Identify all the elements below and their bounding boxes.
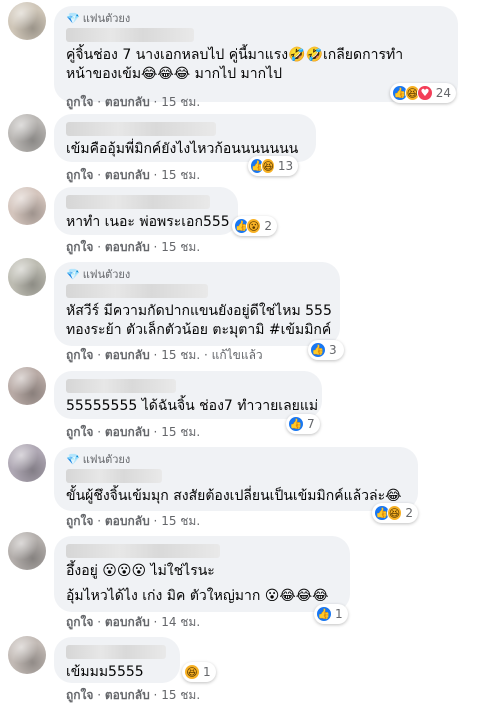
comment-actions: ถูกใจ · ตอบกลับ · 15 ชม.: [66, 514, 201, 528]
author-name[interactable]: [66, 469, 162, 483]
reply-button[interactable]: ตอบกลับ: [105, 168, 150, 182]
like-button[interactable]: ถูกใจ: [66, 425, 93, 439]
like-button[interactable]: ถูกใจ: [66, 615, 93, 629]
avatar[interactable]: [8, 258, 46, 296]
author-name[interactable]: [66, 284, 208, 298]
like-button[interactable]: ถูกใจ: [66, 240, 93, 254]
comment-text-line: หน้าของเข้ม😂😂😂 มากไป มากไป: [66, 66, 283, 82]
comment-bubble: 💎 แฟนตัวยง ขั้นผู้ชึงจิ้นเข้มมุก สงสัยต้อ…: [54, 447, 418, 511]
avatar[interactable]: [8, 187, 46, 225]
reply-button[interactable]: ตอบกลับ: [105, 240, 150, 254]
reply-button[interactable]: ตอบกลับ: [105, 514, 150, 528]
author-name[interactable]: [66, 195, 210, 209]
reply-button[interactable]: ตอบกลับ: [105, 425, 150, 439]
comment-text-line: คู่จิ้นช่อง 7 นางเอกหลบไป คู่นี้มาแรง🤣🤣เ…: [66, 47, 404, 63]
like-button[interactable]: ถูกใจ: [66, 688, 93, 702]
like-button[interactable]: ถูกใจ: [66, 168, 93, 182]
reaction-count: 24: [435, 86, 452, 100]
comment-actions: ถูกใจ · ตอบกลับ · 15 ชม.: [66, 168, 201, 182]
comment-text-line: อึ้งอยู่ 😮😮😮 ไม่ใช่ไรนะ: [66, 563, 215, 579]
timestamp[interactable]: 15 ชม.: [161, 425, 200, 439]
author-name[interactable]: [66, 379, 176, 393]
comment-text-line: 55555555 ได้ฉันจิ้น ช่อง7 ทำวายเลยแม่: [66, 398, 319, 414]
diamond-icon: 💎: [66, 12, 80, 25]
wow-icon: 😮: [246, 218, 262, 234]
reaction-summary[interactable]: 👍 😆 13: [248, 156, 298, 176]
avatar[interactable]: [8, 532, 46, 570]
timestamp[interactable]: 15 ชม.: [161, 514, 200, 528]
timestamp[interactable]: 15 ชม.: [161, 348, 200, 362]
avatar[interactable]: [8, 114, 46, 152]
reaction-count: 2: [264, 219, 272, 233]
like-icon: 👍: [288, 416, 304, 432]
like-button[interactable]: ถูกใจ: [66, 348, 93, 362]
author-name[interactable]: [66, 544, 220, 558]
comment-text-line: ขั้นผู้ชึงจิ้นเข้มมุก สงสัยต้องเปลี่ยนเป…: [66, 488, 402, 504]
reaction-summary[interactable]: 😆 1: [182, 662, 216, 682]
reaction-count: 1: [335, 607, 343, 621]
avatar[interactable]: [8, 2, 46, 40]
comment-actions: ถูกใจ · ตอบกลับ · 15 ชม.: [66, 240, 201, 254]
comment-actions: ถูกใจ · ตอบกลับ · 15 ชม.: [66, 425, 201, 439]
love-icon: ♥: [417, 85, 433, 101]
comment-bubble: 55555555 ได้ฉันจิ้น ช่อง7 ทำวายเลยแม่: [54, 371, 322, 419]
like-button[interactable]: ถูกใจ: [66, 514, 93, 528]
timestamp[interactable]: 15 ชม.: [161, 95, 200, 109]
comment-text-line: หัสวีร์ มีความกัดปากแขนยังอยู่ดีใช่ไหม 5…: [66, 303, 332, 319]
comment-actions: ถูกใจ · ตอบกลับ · 15 ชม. · แก้ไขแล้ว: [66, 348, 263, 362]
reaction-summary[interactable]: 👍 😆 2: [372, 503, 418, 523]
comment-actions: ถูกใจ · ตอบกลับ · 14 ชม.: [66, 615, 201, 629]
reaction-summary[interactable]: 👍 1: [314, 604, 348, 624]
comment-actions: ถูกใจ · ตอบกลับ · 15 ชม.: [66, 688, 201, 702]
top-fan-badge: 💎 แฟนตัวยง: [66, 12, 131, 25]
reaction-count: 2: [405, 506, 413, 520]
avatar[interactable]: [8, 367, 46, 405]
reaction-count: 13: [277, 159, 294, 173]
avatar[interactable]: [8, 444, 46, 482]
comment-bubble: เข้มมม5555: [54, 637, 180, 683]
reaction-summary[interactable]: 👍 3: [308, 340, 344, 360]
timestamp[interactable]: 14 ชม.: [161, 615, 200, 629]
comment-bubble: หาทำ เนอะ พ่อพระเอก555: [54, 187, 238, 235]
timestamp[interactable]: 15 ชม.: [161, 168, 200, 182]
top-fan-badge: 💎 แฟนตัวยง: [66, 268, 131, 281]
reaction-summary[interactable]: 👍 😮 2: [232, 216, 277, 236]
comment-text-line: หาทำ เนอะ พ่อพระเอก555: [66, 214, 230, 230]
timestamp[interactable]: 15 ชม.: [161, 240, 200, 254]
reaction-summary[interactable]: 👍 😆 ♥ 24: [390, 83, 456, 103]
avatar[interactable]: [8, 636, 46, 674]
comment-bubble: 💎 แฟนตัวยง หัสวีร์ มีความกัดปากแขนยังอยู่…: [54, 262, 340, 346]
reaction-summary[interactable]: 👍 7: [286, 414, 320, 434]
reaction-count: 3: [329, 343, 337, 357]
haha-icon: 😆: [184, 664, 200, 680]
author-name[interactable]: [66, 28, 194, 42]
haha-icon: 😆: [386, 505, 403, 521]
comment-text-line: ทองระย้า ตัวเล็กตัวน้อย ตะมุตามิ #เข้มมิ…: [66, 322, 332, 338]
reply-button[interactable]: ตอบกลับ: [105, 348, 150, 362]
comment-bubble: อึ้งอยู่ 😮😮😮 ไม่ใช่ไรนะ อุ้มไหวได้ไง เก่…: [54, 536, 350, 612]
comment-text-line: เข้มมม5555: [66, 664, 144, 680]
like-icon: 👍: [310, 342, 326, 358]
haha-icon: 😆: [261, 158, 275, 174]
author-name[interactable]: [66, 122, 216, 136]
author-name[interactable]: [66, 645, 166, 659]
comment-text-line: อุ้มไหวได้ไง เก่ง มิค ตัวใหญ่มาก 😮😂😂😂: [66, 588, 329, 604]
edited-label[interactable]: แก้ไขแล้ว: [212, 348, 263, 362]
top-fan-badge: 💎 แฟนตัวยง: [66, 453, 131, 466]
like-icon: 👍: [316, 606, 332, 622]
comment-actions: ถูกใจ · ตอบกลับ · 15 ชม.: [66, 95, 201, 109]
reply-button[interactable]: ตอบกลับ: [105, 95, 150, 109]
reaction-count: 1: [203, 665, 211, 679]
reply-button[interactable]: ตอบกลับ: [105, 688, 150, 702]
reaction-count: 7: [307, 417, 315, 431]
timestamp[interactable]: 15 ชม.: [161, 688, 200, 702]
diamond-icon: 💎: [66, 453, 80, 466]
like-button[interactable]: ถูกใจ: [66, 95, 93, 109]
comment-bubble: เข้มคืออุ้มพี่มิกค์ยังไงไหวก้อนนนนนนน: [54, 114, 316, 162]
reply-button[interactable]: ตอบกลับ: [105, 615, 150, 629]
diamond-icon: 💎: [66, 268, 80, 281]
